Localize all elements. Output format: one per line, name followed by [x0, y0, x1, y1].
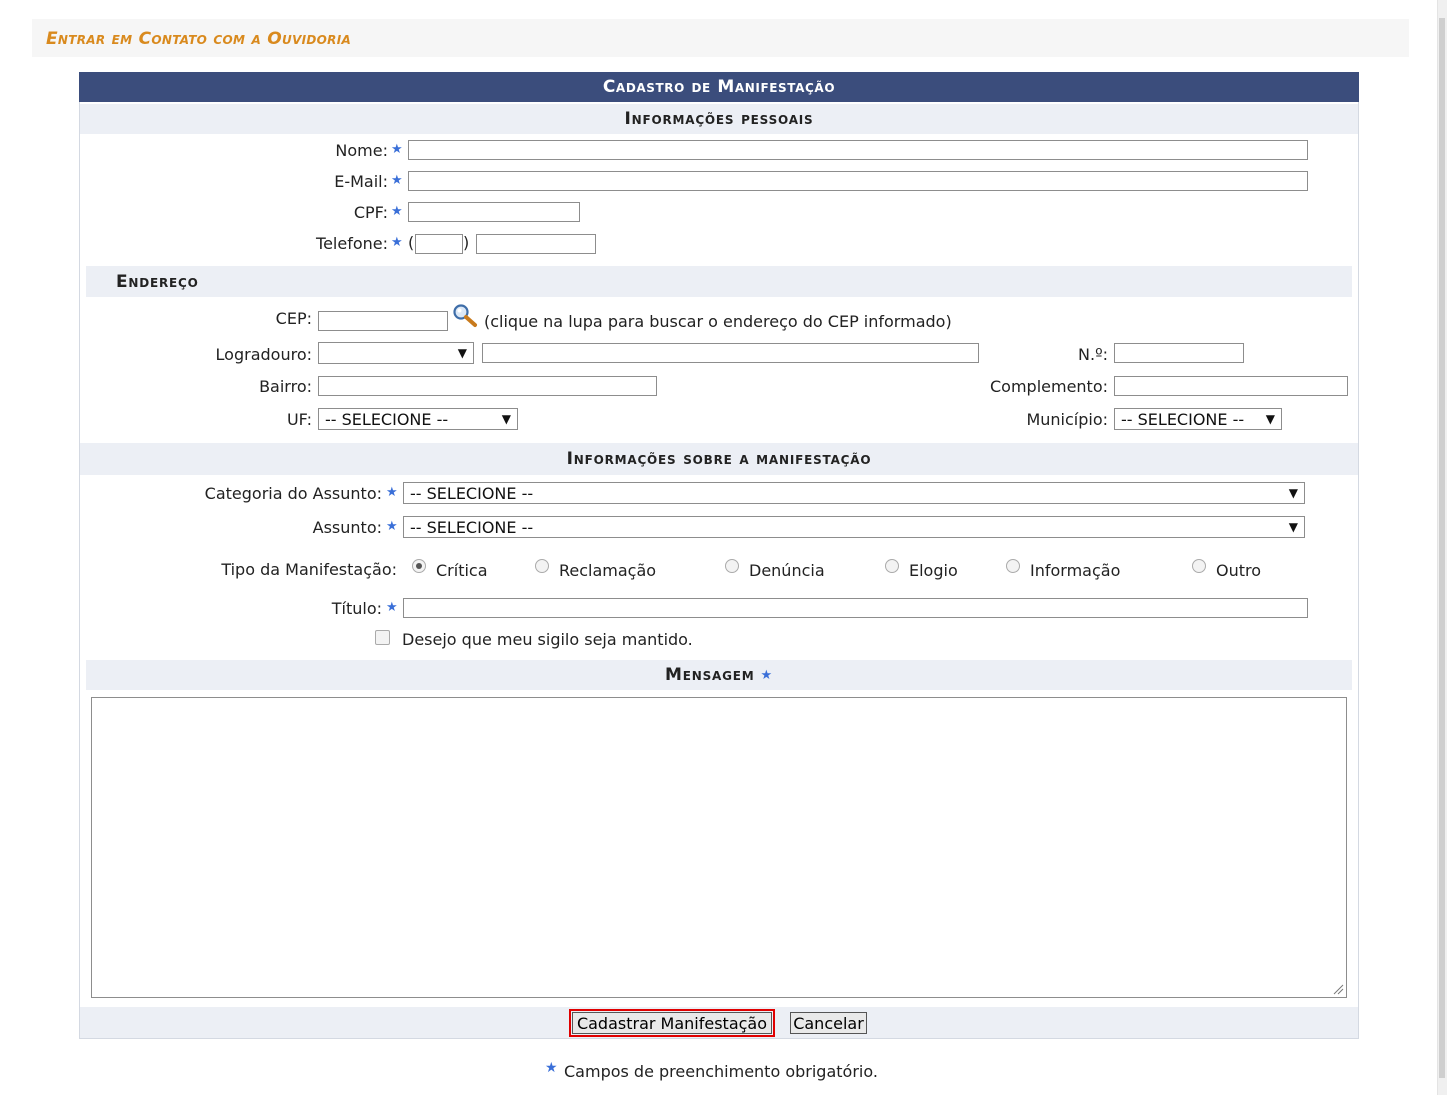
district-input[interactable]	[318, 376, 657, 396]
email-input[interactable]	[408, 171, 1308, 191]
cep-hint: (clique na lupa para buscar o endereço d…	[484, 312, 952, 331]
phone-ddd-input[interactable]	[415, 234, 463, 254]
scrollbar-thumb[interactable]	[1439, 18, 1445, 1078]
required-star-icon: ★	[391, 173, 403, 188]
street-type-select[interactable]: ▼	[318, 342, 474, 364]
radio-outro[interactable]	[1192, 559, 1206, 573]
complement-input[interactable]	[1114, 376, 1348, 396]
subject-select[interactable]: -- SELECIONE -- ▼	[403, 516, 1305, 538]
search-icon[interactable]	[452, 303, 478, 333]
required-star-icon: ★	[386, 600, 398, 615]
category-value: -- SELECIONE --	[410, 483, 534, 503]
cpf-input[interactable]	[408, 202, 580, 222]
cep-label: CEP:	[275, 309, 312, 328]
number-input[interactable]	[1114, 343, 1244, 363]
section-personal-info: Informações pessoais	[80, 104, 1358, 134]
radio-denuncia[interactable]	[725, 559, 739, 573]
chevron-down-icon: ▼	[457, 346, 467, 360]
city-select[interactable]: -- SELECIONE -- ▼	[1114, 408, 1282, 430]
form-caption: Cadastro de Manifestação	[79, 72, 1359, 102]
category-select[interactable]: -- SELECIONE -- ▼	[403, 482, 1305, 504]
title-input[interactable]	[403, 598, 1308, 618]
required-star-icon: ★	[760, 667, 773, 683]
street-input[interactable]	[482, 343, 979, 363]
street-label: Logradouro:	[215, 345, 312, 364]
name-input[interactable]	[408, 140, 1308, 160]
radio-label-reclamacao: Reclamação	[559, 561, 657, 580]
complement-label: Complemento:	[989, 377, 1108, 396]
district-label: Bairro:	[259, 377, 312, 396]
name-label: Nome:	[335, 141, 388, 160]
email-label: E-Mail:	[334, 172, 388, 191]
uf-select[interactable]: -- SELECIONE -- ▼	[318, 408, 518, 430]
subject-value: -- SELECIONE --	[410, 517, 534, 537]
radio-label-outro: Outro	[1216, 561, 1262, 580]
radio-label-informacao: Informação	[1030, 561, 1121, 580]
subject-label: Assunto:	[312, 518, 382, 537]
type-label: Tipo da Manifestação:	[221, 560, 397, 579]
page-title: Entrar em Contato com a Ouvidoria	[46, 29, 352, 49]
chevron-down-icon: ▼	[1288, 520, 1298, 534]
required-star-icon: ★	[386, 519, 398, 534]
required-star-icon: ★	[391, 235, 403, 250]
radio-critica[interactable]	[412, 559, 426, 573]
chevron-down-icon: ▼	[501, 412, 511, 426]
chevron-down-icon: ▼	[1288, 486, 1298, 500]
secrecy-label: Desejo que meu sigilo seja mantido.	[402, 630, 693, 649]
radio-informacao[interactable]	[1006, 559, 1020, 573]
radio-label-critica: Crítica	[436, 561, 488, 580]
section-manifestation-info: Informações sobre a manifestação	[80, 443, 1358, 475]
footer-note: Campos de preenchimento obrigatório.	[564, 1062, 878, 1081]
paren-open: (	[408, 233, 415, 252]
city-label: Município:	[1026, 410, 1108, 429]
section-message: Mensagem ★	[86, 660, 1352, 690]
radio-elogio[interactable]	[885, 559, 899, 573]
required-star-icon: ★	[391, 204, 403, 219]
radio-label-denuncia: Denúncia	[749, 561, 825, 580]
required-star-icon: ★	[386, 485, 398, 500]
chevron-down-icon: ▼	[1265, 412, 1275, 426]
submit-button[interactable]: Cadastrar Manifestação	[572, 1012, 772, 1034]
required-star-icon: ★	[391, 142, 403, 157]
title-label: Título:	[331, 599, 382, 618]
category-label: Categoria do Assunto:	[204, 484, 382, 503]
phone-number-input[interactable]	[476, 234, 596, 254]
paren-close: )	[463, 233, 470, 252]
cep-input[interactable]	[318, 311, 448, 331]
required-star-icon: ★	[545, 1060, 558, 1076]
number-label: N.º:	[1078, 345, 1108, 364]
radio-label-elogio: Elogio	[909, 561, 958, 580]
phone-label: Telefone:	[316, 234, 388, 253]
uf-value: -- SELECIONE --	[325, 409, 449, 429]
cancel-button[interactable]: Cancelar	[790, 1012, 867, 1034]
section-address: Endereço	[86, 266, 1352, 297]
message-textarea[interactable]	[91, 697, 1347, 998]
secrecy-checkbox[interactable]	[375, 630, 390, 645]
radio-reclamacao[interactable]	[535, 559, 549, 573]
cpf-label: CPF:	[353, 203, 388, 222]
resize-handle-icon[interactable]	[1333, 984, 1344, 995]
city-value: -- SELECIONE --	[1121, 409, 1245, 429]
message-title: Mensagem	[665, 665, 755, 685]
uf-label: UF:	[286, 410, 312, 429]
